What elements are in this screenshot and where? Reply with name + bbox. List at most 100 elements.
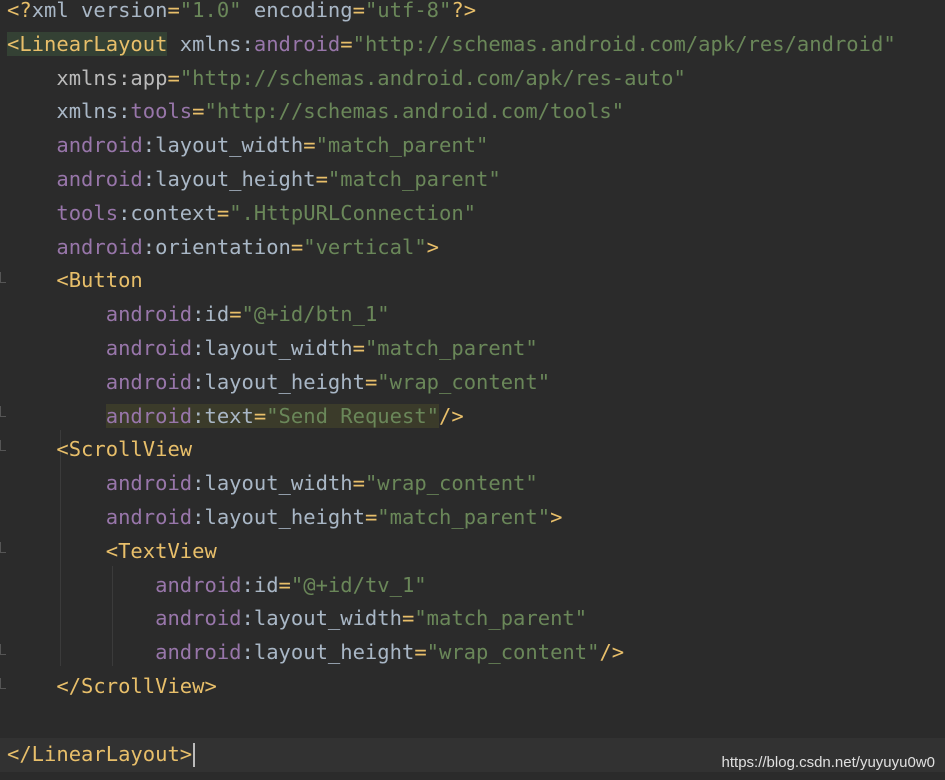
code-token: = [352, 336, 365, 360]
code-text: xmlns:app="http://schemas.android.com/ap… [7, 62, 686, 94]
code-text: android:orientation="vertical"> [7, 231, 439, 263]
code-line[interactable]: <ScrollView [0, 433, 945, 467]
code-text: android:id="@+id/tv_1" [7, 569, 427, 601]
code-token: xmlns:app [56, 65, 168, 90]
code-token: <LinearLayout [7, 31, 168, 56]
code-token: = [253, 403, 267, 428]
code-token: "wrap_content" [426, 640, 600, 665]
code-token: = [352, 471, 365, 496]
code-text: <ScrollView [7, 433, 192, 465]
code-token: xmlns: [7, 99, 131, 124]
code-token: <ScrollView [56, 437, 193, 462]
code-editor[interactable]: <?xml version="1.0" encoding="utf-8"?> <L… [0, 0, 945, 780]
code-line[interactable]: tools:context=".HttpURLConnection" [0, 197, 945, 231]
code-text: <?xml version="1.0" encoding="utf-8"?> [7, 0, 476, 26]
code-token: tools [130, 99, 193, 124]
code-line[interactable]: android:text="Send Request"/> [0, 400, 945, 434]
code-line[interactable]: android:layout_height="wrap_content" [0, 366, 945, 400]
code-token: = [364, 505, 378, 529]
code-token: :layout_height [192, 369, 365, 394]
code-line[interactable]: android:layout_width="match_parent" [0, 602, 945, 636]
code-token: "http://schemas.android.com/tools" [204, 99, 625, 124]
code-line[interactable]: <Button [0, 264, 945, 298]
code-line[interactable]: xmlns:tools="http://schemas.android.com/… [0, 95, 945, 129]
code-line[interactable]: <?xml version="1.0" encoding="utf-8"?> [0, 0, 945, 28]
code-text: android:layout_width="match_parent" [7, 602, 587, 634]
code-token: :layout_height [142, 167, 316, 191]
code-token: <? [7, 0, 32, 22]
code-token: android [253, 31, 341, 56]
code-token: = [229, 302, 242, 327]
code-token: android [56, 133, 143, 158]
code-token: :orientation [142, 234, 291, 259]
code-token: = [401, 606, 415, 631]
code-line[interactable]: android:id="@+id/btn_1" [0, 298, 945, 332]
code-text: android:layout_width="match_parent" [7, 332, 538, 364]
code-line[interactable]: xmlns:app="http://schemas.android.com/ap… [0, 62, 945, 96]
code-token: "wrap_content" [364, 471, 538, 496]
code-token: > [550, 505, 563, 529]
code-token: "http://schemas.android.com/apk/res-auto… [179, 65, 686, 90]
code-token: encoding [241, 0, 353, 22]
code-token: android [56, 167, 143, 191]
code-line[interactable]: <LinearLayout xmlns:android="http://sche… [0, 28, 945, 62]
code-text: xmlns:tools="http://schemas.android.com/… [7, 95, 624, 127]
code-line[interactable]: android:orientation="vertical"> [0, 231, 945, 265]
code-text: android:layout_height="wrap_content" [7, 366, 550, 398]
code-token: = [290, 234, 304, 259]
code-text: </LinearLayout> [7, 738, 196, 770]
code-line[interactable]: android:layout_width="wrap_content" [0, 467, 945, 501]
code-token: "match_parent" [414, 606, 588, 631]
code-line[interactable]: android:layout_height="match_parent"> [0, 501, 945, 535]
fold-marker-icon[interactable] [0, 678, 6, 689]
code-token: "utf-8" [364, 0, 452, 22]
code-token: "@+id/btn_1" [241, 302, 390, 327]
fold-marker-icon[interactable] [0, 406, 6, 417]
code-token: = [340, 31, 353, 56]
code-token: :layout_height [192, 505, 365, 529]
code-token: :layout_width [192, 471, 353, 496]
code-token: android [155, 606, 242, 631]
code-token: = [303, 133, 316, 158]
code-line[interactable]: android:layout_height="wrap_content"/> [0, 636, 945, 670]
code-token: </LinearLayout> [7, 741, 193, 766]
code-line[interactable]: android:layout_height="match_parent" [0, 163, 945, 197]
code-token: = [167, 65, 180, 90]
code-line[interactable] [0, 704, 945, 738]
code-token: "match_parent" [377, 505, 551, 529]
code-line[interactable]: <TextView [0, 535, 945, 569]
code-token: "Send Request" [266, 403, 440, 428]
code-text: <Button [7, 264, 143, 296]
code-token: "1.0" [179, 0, 242, 22]
fold-marker-icon[interactable] [0, 440, 6, 451]
code-token: android [56, 234, 143, 259]
code-token: :layout_width [142, 133, 304, 158]
code-line[interactable]: android:layout_width="match_parent" [0, 332, 945, 366]
code-token: :text [192, 403, 254, 428]
fold-marker-icon[interactable] [0, 644, 6, 655]
code-text: <LinearLayout xmlns:android="http://sche… [7, 28, 896, 60]
code-token: android [155, 572, 242, 597]
code-line[interactable]: android:layout_width="match_parent" [0, 129, 945, 163]
fold-marker-icon[interactable] [0, 272, 6, 283]
code-token: <TextView [105, 538, 217, 563]
code-line[interactable]: </ScrollView> [0, 670, 945, 704]
code-token: <Button [56, 268, 143, 293]
code-token: "match_parent" [364, 336, 538, 360]
code-token: /> [599, 640, 625, 665]
code-line[interactable]: android:id="@+id/tv_1" [0, 569, 945, 603]
code-token: android [105, 471, 193, 496]
fold-marker-icon[interactable] [0, 542, 6, 553]
